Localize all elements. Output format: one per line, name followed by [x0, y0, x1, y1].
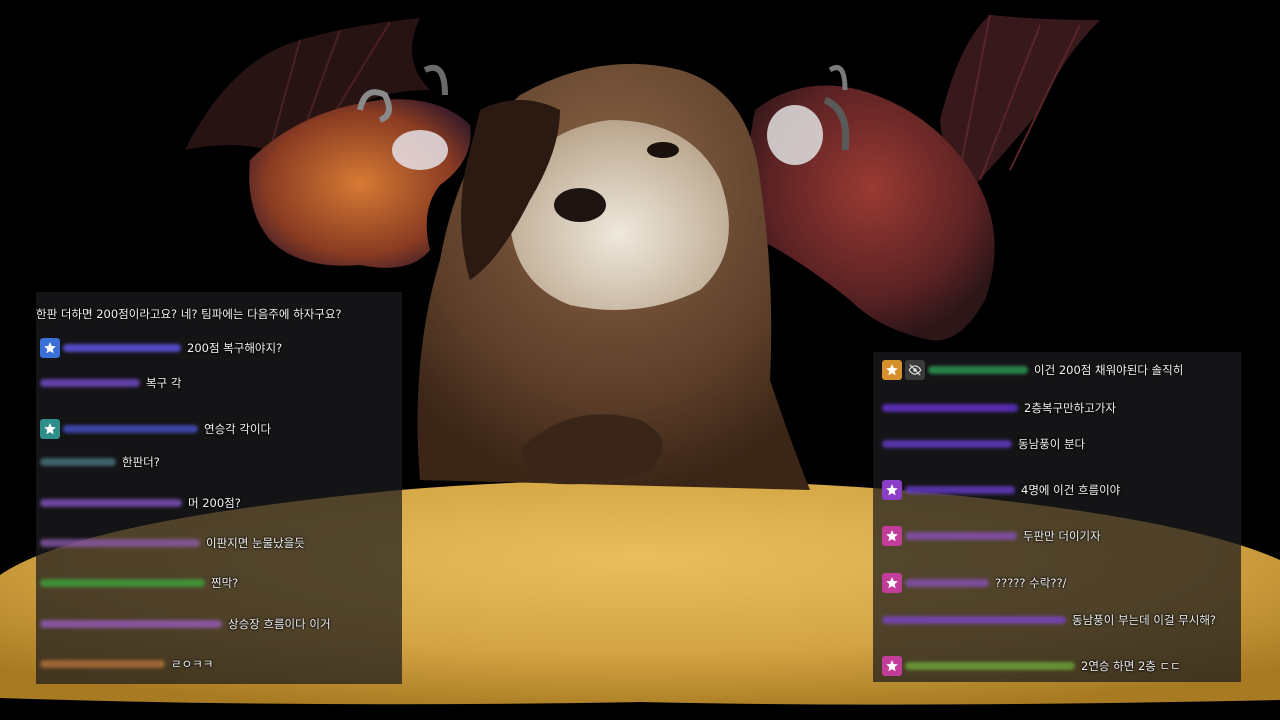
left-chat-message: 복구 각 — [40, 370, 181, 396]
blurred-nickname — [40, 660, 165, 668]
star-badge-icon — [882, 360, 902, 380]
chat-message-text: ㄹㅇㅋㅋ — [171, 657, 214, 671]
blurred-nickname — [40, 379, 140, 387]
star-badge-icon — [882, 526, 902, 546]
chat-message-text: 동남풍이 분다 — [1018, 437, 1086, 451]
blurred-nickname — [63, 425, 198, 433]
blurred-nickname — [63, 344, 181, 352]
left-chat-message: 연승각 각이다 — [40, 416, 271, 442]
chat-message-text: 상승장 흐름이다 이거 — [228, 617, 331, 631]
blurred-nickname — [882, 616, 1066, 624]
right-chat-message: 동남풍이 분다 — [882, 431, 1085, 457]
left-chat-message: 이판지면 눈물났을듯 — [40, 530, 305, 556]
chat-message-text: 한판더? — [122, 455, 160, 469]
chat-message-text: ????? 수락??/ — [995, 576, 1067, 590]
blurred-nickname — [905, 486, 1015, 494]
left-chat-message: 한판더? — [40, 449, 160, 475]
chat-message-text: 머 200점? — [188, 496, 241, 510]
eye-slash-icon — [905, 360, 925, 380]
chat-message-text: 이건 200점 채워야된다 솔직히 — [1034, 363, 1184, 377]
blurred-nickname — [40, 499, 182, 507]
left-chat-message: 200점 복구해야지? — [40, 335, 282, 361]
left-chat-message: ㄹㅇㅋㅋ — [40, 651, 213, 677]
otter-nose — [554, 188, 606, 222]
right-chat-message: 2층복구만하고가자 — [882, 395, 1116, 421]
blurred-nickname — [905, 662, 1075, 670]
chat-message-text: 동남풍이 부는데 이걸 무시해? — [1072, 613, 1217, 627]
chat-message-text: 연승각 각이다 — [204, 422, 272, 436]
left-chat-message: 머 200점? — [40, 490, 241, 516]
chat-message-text: 복구 각 — [146, 376, 182, 390]
star-badge-icon — [40, 419, 60, 439]
chat-message-text: 이판지면 눈물났을듯 — [206, 536, 305, 550]
star-badge-icon — [882, 656, 902, 676]
blurred-nickname — [40, 458, 116, 466]
left-chat-headline: 한판 더하면 200점이라고요? 네? 팀파에는 다음주에 하자구요? — [36, 307, 342, 321]
left-chat-message: 상승장 흐름이다 이거 — [40, 611, 331, 637]
chat-message-text: 찐막? — [211, 576, 239, 590]
right-chat-message: 이건 200점 채워야된다 솔직히 — [882, 357, 1183, 383]
right-chat-message: ????? 수락??/ — [882, 570, 1066, 596]
blurred-nickname — [882, 404, 1018, 412]
star-badge-icon — [882, 480, 902, 500]
right-chat-message: 두판만 더이기자 — [882, 523, 1101, 549]
right-chat-message: 동남풍이 부는데 이걸 무시해? — [882, 607, 1216, 633]
chat-message-text: 두판만 더이기자 — [1023, 529, 1101, 543]
blurred-nickname — [928, 366, 1028, 374]
right-chat-message: 2연승 하면 2층 ㄷㄷ — [882, 653, 1181, 679]
right-chat-message: 4명에 이건 흐름이야 — [882, 477, 1120, 503]
chat-message-text: 4명에 이건 흐름이야 — [1021, 483, 1121, 497]
blurred-nickname — [40, 579, 205, 587]
chat-message-text: 200점 복구해야지? — [187, 341, 283, 355]
blurred-nickname — [905, 579, 989, 587]
blurred-nickname — [40, 539, 200, 547]
blurred-nickname — [905, 532, 1017, 540]
blurred-nickname — [882, 440, 1012, 448]
star-badge-icon — [40, 338, 60, 358]
chat-message-text: 2연승 하면 2층 ㄷㄷ — [1081, 659, 1181, 673]
blurred-nickname — [40, 620, 222, 628]
left-chat-message: 찐막? — [40, 570, 238, 596]
star-badge-icon — [882, 573, 902, 593]
chat-message-text: 2층복구만하고가자 — [1024, 401, 1116, 415]
